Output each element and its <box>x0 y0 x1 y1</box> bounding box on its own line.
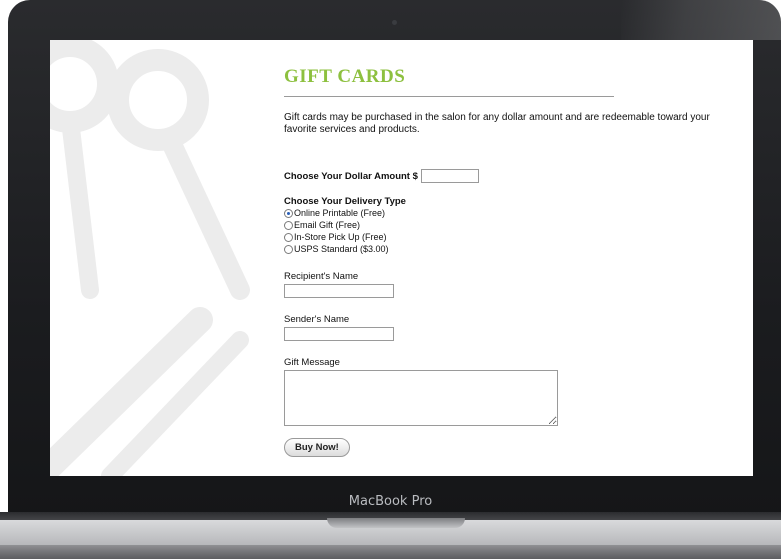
delivery-option-online[interactable]: Online Printable (Free) <box>284 207 744 219</box>
sender-name-label: Sender's Name <box>284 314 350 325</box>
gift-card-content: GIFT CARDS Gift cards may be purchased i… <box>284 66 744 457</box>
gift-message-textarea[interactable] <box>284 370 558 426</box>
radio-button[interactable] <box>284 244 293 254</box>
radio-button-checked[interactable] <box>284 208 293 218</box>
delivery-option-label: Email Gift (Free) <box>294 220 361 230</box>
gift-message-label: Gift Message <box>284 357 340 368</box>
camera-icon <box>392 20 397 25</box>
delivery-option-usps[interactable]: USPS Standard ($3.00) <box>284 243 744 255</box>
delivery-options: Online Printable (Free) Email Gift (Free… <box>284 207 744 255</box>
recipient-name-input[interactable] <box>284 284 394 298</box>
radio-button[interactable] <box>284 220 293 230</box>
device-brand-label: MacBook Pro <box>348 494 433 509</box>
laptop: GIFT CARDS Gift cards may be purchased i… <box>0 0 781 559</box>
delivery-option-email[interactable]: Email Gift (Free) <box>284 219 744 231</box>
delivery-option-label: Online Printable (Free) <box>294 208 386 218</box>
radio-button[interactable] <box>284 232 293 242</box>
laptop-screen: GIFT CARDS Gift cards may be purchased i… <box>50 40 753 476</box>
delivery-option-instore[interactable]: In-Store Pick Up (Free) <box>284 231 744 243</box>
laptop-base-edge <box>0 545 781 559</box>
delivery-option-label: In-Store Pick Up (Free) <box>294 232 387 242</box>
amount-input[interactable] <box>420 169 479 183</box>
page-title: GIFT CARDS <box>284 66 614 97</box>
delivery-option-label: USPS Standard ($3.00) <box>294 244 389 254</box>
amount-label: Choose Your Dollar Amount $ <box>284 170 418 182</box>
sender-name-input[interactable] <box>284 327 394 341</box>
laptop-notch <box>327 518 465 528</box>
amount-row: Choose Your Dollar Amount $ <box>284 169 744 183</box>
buy-now-button[interactable]: Buy Now! <box>284 438 350 457</box>
bezel-gloss <box>621 0 781 40</box>
delivery-type-title: Choose Your Delivery Type <box>284 196 406 207</box>
recipient-name-label: Recipient's Name <box>284 271 359 282</box>
intro-text: Gift cards may be purchased in the salon… <box>284 112 710 135</box>
